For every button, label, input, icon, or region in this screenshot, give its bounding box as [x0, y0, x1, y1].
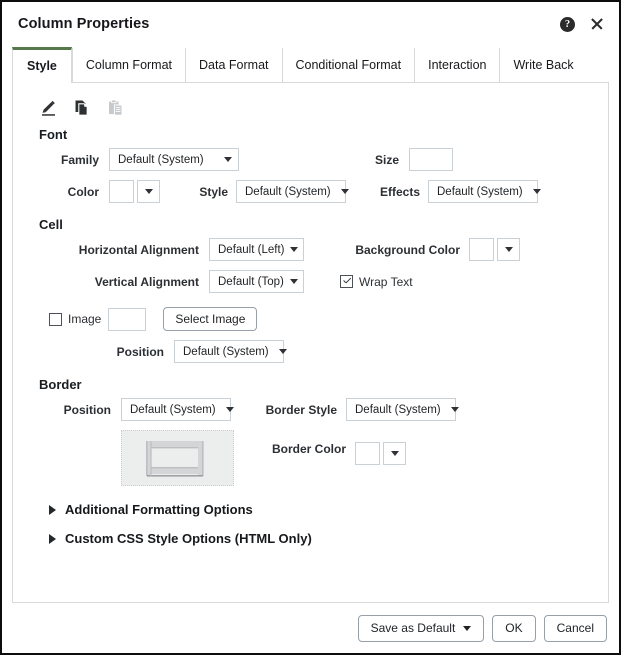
font-color-label: Color	[67, 184, 99, 199]
triangle-right-icon	[49, 504, 56, 515]
close-icon[interactable]	[589, 16, 605, 32]
wrap-text-field[interactable]: Wrap Text	[340, 275, 413, 289]
dialog-footer: Save as Default OK Cancel	[2, 603, 619, 653]
font-style-select[interactable]: Default (System)	[236, 180, 349, 203]
image-input[interactable]	[108, 307, 147, 331]
tab-interaction[interactable]: Interaction	[414, 48, 499, 82]
border-position-row: Position Default (System) Border Style D…	[39, 398, 592, 421]
save-as-default-button[interactable]: Save as Default	[357, 614, 485, 642]
ok-button[interactable]: OK	[492, 614, 536, 642]
wrap-text-checkbox[interactable]	[340, 275, 353, 288]
border-style-label: Border Style	[265, 402, 337, 417]
horizontal-alignment-value: Default (Left)	[218, 243, 285, 256]
background-color-dropdown-button[interactable]	[497, 238, 520, 261]
border-position-label: Position	[63, 402, 111, 417]
image-position-row: Position Default (System)	[39, 340, 592, 363]
chevron-down-icon	[224, 157, 232, 162]
column-properties-dialog: Column Properties ? Style Column Format …	[0, 0, 621, 655]
font-color-picker[interactable]	[109, 180, 160, 203]
font-size-label: Size	[374, 152, 399, 167]
paste-icon	[105, 98, 125, 118]
border-preview[interactable]	[121, 430, 234, 486]
font-group-heading: Font	[39, 127, 68, 142]
border-color-picker[interactable]	[355, 442, 406, 465]
chevron-down-icon	[504, 247, 513, 252]
chevron-down-icon	[390, 451, 399, 456]
background-color-picker[interactable]	[469, 238, 520, 261]
chevron-down-icon	[463, 625, 472, 631]
triangle-right-icon	[49, 533, 56, 544]
border-group-heading: Border	[39, 377, 82, 392]
additional-formatting-options-section[interactable]: Additional Formatting Options	[49, 502, 592, 517]
font-family-row: Family Default (System) Size	[39, 148, 592, 171]
format-painter-icon[interactable]	[39, 98, 59, 118]
font-effects-label: Effects	[379, 184, 420, 199]
image-position-select[interactable]: Default (System)	[174, 340, 287, 363]
border-style-value: Default (System)	[355, 403, 441, 416]
additional-formatting-options-label: Additional Formatting Options	[65, 502, 253, 517]
font-color-dropdown-button[interactable]	[137, 180, 160, 203]
page-title: Column Properties	[18, 16, 150, 32]
cell-group-heading: Cell	[39, 217, 63, 232]
border-color-dropdown-button[interactable]	[383, 442, 406, 465]
chevron-down-icon	[144, 189, 153, 194]
font-style-value: Default (System)	[245, 185, 331, 198]
help-circle-icon[interactable]: ?	[560, 16, 575, 32]
font-size-input[interactable]	[409, 148, 453, 171]
font-effects-value: Default (System)	[437, 185, 523, 198]
font-color-row: Color Style Default (System) Effects Def…	[39, 180, 592, 203]
chevron-down-icon	[340, 189, 349, 194]
horizontal-alignment-select[interactable]: Default (Left)	[209, 238, 304, 261]
font-family-value: Default (System)	[118, 153, 204, 166]
border-color-swatch[interactable]	[355, 442, 380, 465]
image-checkbox[interactable]	[49, 312, 62, 326]
image-label: Image	[68, 312, 102, 326]
border-color-label: Border Color	[271, 442, 346, 456]
titlebar-actions: ?	[560, 16, 605, 32]
font-style-label: Style	[199, 184, 228, 199]
tab-style[interactable]: Style	[12, 47, 72, 83]
save-as-default-label: Save as Default	[370, 621, 456, 635]
vertical-alignment-value: Default (Top)	[218, 275, 284, 288]
style-toolbar	[39, 97, 592, 119]
tab-write-back[interactable]: Write Back	[499, 48, 586, 82]
copy-icon[interactable]	[72, 98, 92, 118]
horizontal-alignment-label: Horizontal Alignment	[78, 242, 199, 257]
chevron-down-icon	[225, 407, 234, 412]
dialog-titlebar: Column Properties ?	[2, 2, 619, 46]
vertical-alignment-label: Vertical Alignment	[94, 274, 199, 289]
chevron-down-icon	[450, 407, 459, 412]
chevron-down-icon	[290, 247, 299, 252]
image-row: Image Select Image	[49, 307, 592, 331]
cancel-button[interactable]: Cancel	[543, 614, 607, 642]
tab-conditional-format[interactable]: Conditional Format	[281, 48, 415, 82]
background-color-label: Background Color	[355, 242, 460, 257]
chevron-down-icon	[532, 189, 541, 194]
border-position-select[interactable]: Default (System)	[121, 398, 234, 421]
font-color-swatch[interactable]	[109, 180, 134, 203]
wrap-text-label: Wrap Text	[359, 274, 413, 289]
border-position-value: Default (System)	[130, 403, 216, 416]
chevron-down-icon	[289, 279, 298, 284]
font-family-select[interactable]: Default (System)	[109, 148, 239, 171]
background-color-swatch[interactable]	[469, 238, 494, 261]
font-family-label: Family	[60, 152, 99, 167]
tab-data-format[interactable]: Data Format	[185, 48, 281, 82]
custom-css-style-options-label: Custom CSS Style Options (HTML Only)	[65, 531, 312, 546]
border-style-select[interactable]: Default (System)	[346, 398, 459, 421]
tab-column-format[interactable]: Column Format	[71, 48, 185, 82]
font-effects-select[interactable]: Default (System)	[428, 180, 541, 203]
select-image-button[interactable]: Select Image	[163, 307, 258, 331]
chevron-down-icon	[278, 349, 287, 354]
custom-css-style-options-section[interactable]: Custom CSS Style Options (HTML Only)	[49, 531, 592, 546]
tab-bar: Style Column Format Data Format Conditio…	[2, 46, 619, 83]
vertical-alignment-row: Vertical Alignment Default (Top) Wrap Te…	[39, 270, 592, 293]
horizontal-alignment-row: Horizontal Alignment Default (Left) Back…	[39, 238, 592, 261]
vertical-alignment-select[interactable]: Default (Top)	[209, 270, 304, 293]
style-tab-panel: Font Family Default (System) Size Color	[12, 82, 609, 603]
image-position-value: Default (System)	[183, 345, 269, 358]
border-preview-row: Border Color	[39, 430, 592, 486]
image-position-label: Position	[116, 344, 164, 359]
